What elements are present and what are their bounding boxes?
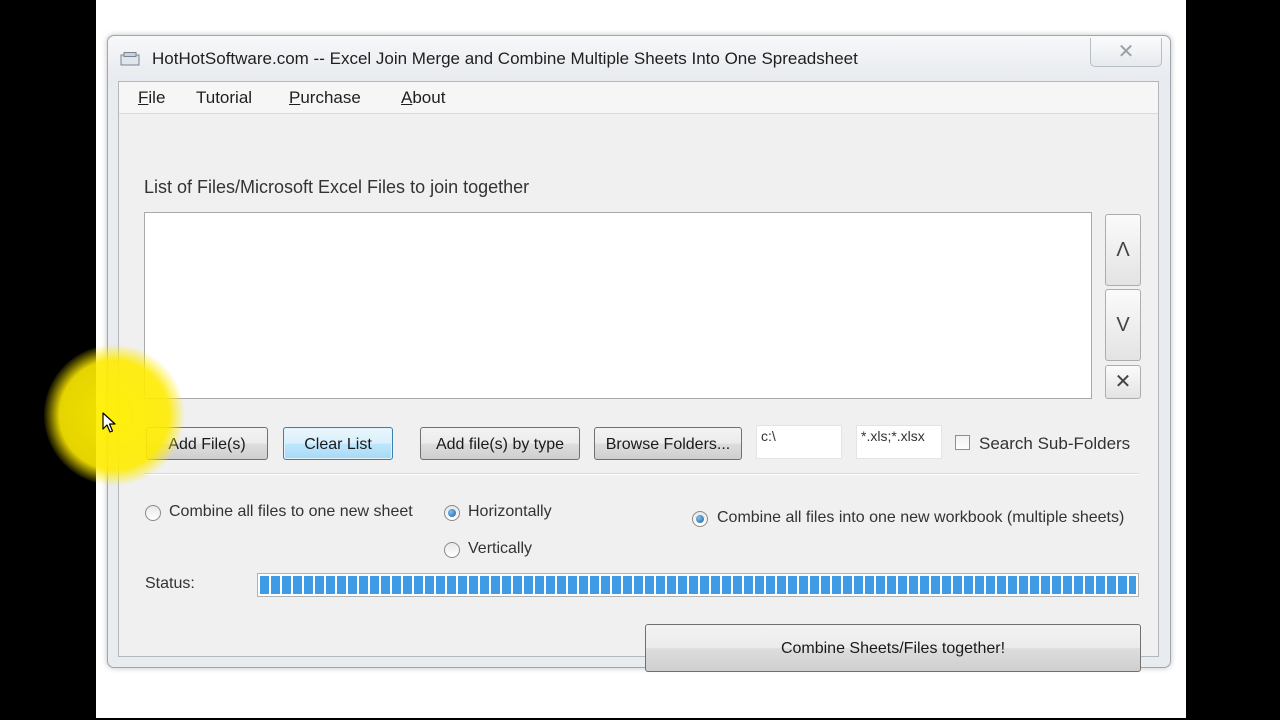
file-list-label: List of Files/Microsoft Excel Files to j… [144,177,530,197]
mouse-cursor-icon [102,412,116,433]
menu-file[interactable]: File [138,88,165,108]
menu-purchase[interactable]: Purchase [289,88,361,108]
menu-bar: File Tutorial Purchase About [119,82,1158,114]
combine-button[interactable]: Combine Sheets/Files together! [645,624,1141,672]
status-label: Status: [145,575,195,592]
app-icon [120,52,140,66]
browse-folders-button[interactable]: Browse Folders... [594,427,742,460]
close-window-button[interactable]: ✕ [1090,38,1162,67]
app-window: HotHotSoftware.com -- Excel Join Merge a… [107,35,1171,672]
search-subfolders-label: Search Sub-Folders [979,434,1131,453]
menu-file-mnemonic: F [138,88,149,107]
horizontally-radio[interactable] [444,505,460,521]
menu-about-label: bout [412,88,446,107]
move-up-button[interactable]: Λ [1105,214,1141,286]
status-progress-fill [260,576,1136,594]
move-down-button[interactable]: V [1105,289,1141,361]
file-list[interactable] [144,212,1092,399]
divider [144,473,1139,475]
menu-about-mnemonic: A [401,88,413,107]
file-types-input[interactable]: *.xls;*.xlsx [856,425,942,459]
add-by-type-button[interactable]: Add file(s) by type [420,427,580,460]
menu-file-label: ile [148,88,166,107]
client-area: File Tutorial Purchase About List of Fil… [118,81,1159,672]
search-subfolders-checkbox[interactable] [955,435,970,450]
title-bar: HotHotSoftware.com -- Excel Join Merge a… [108,36,1170,81]
window-title: HotHotSoftware.com -- Excel Join Merge a… [152,49,858,68]
vertically-label: Vertically [468,540,533,557]
combine-workbook-label: Combine all files into one new workbook … [717,509,1125,526]
status-progress-bar [257,573,1139,597]
menu-tutorial[interactable]: Tutorial [196,88,252,108]
menu-about[interactable]: About [401,88,445,108]
horizontally-label: Horizontally [468,503,552,520]
folder-path-input[interactable]: c:\ [756,425,842,459]
remove-item-button[interactable]: ✕ [1105,365,1141,399]
combine-workbook-radio[interactable] [692,511,708,527]
vertically-radio[interactable] [444,542,460,558]
clear-list-button[interactable]: Clear List [283,427,393,460]
combine-one-sheet-radio[interactable] [145,505,161,521]
combine-one-sheet-label: Combine all files to one new sheet [169,503,413,520]
menu-purchase-mnemonic: P [289,88,301,107]
menu-purchase-label: urchase [300,88,361,107]
